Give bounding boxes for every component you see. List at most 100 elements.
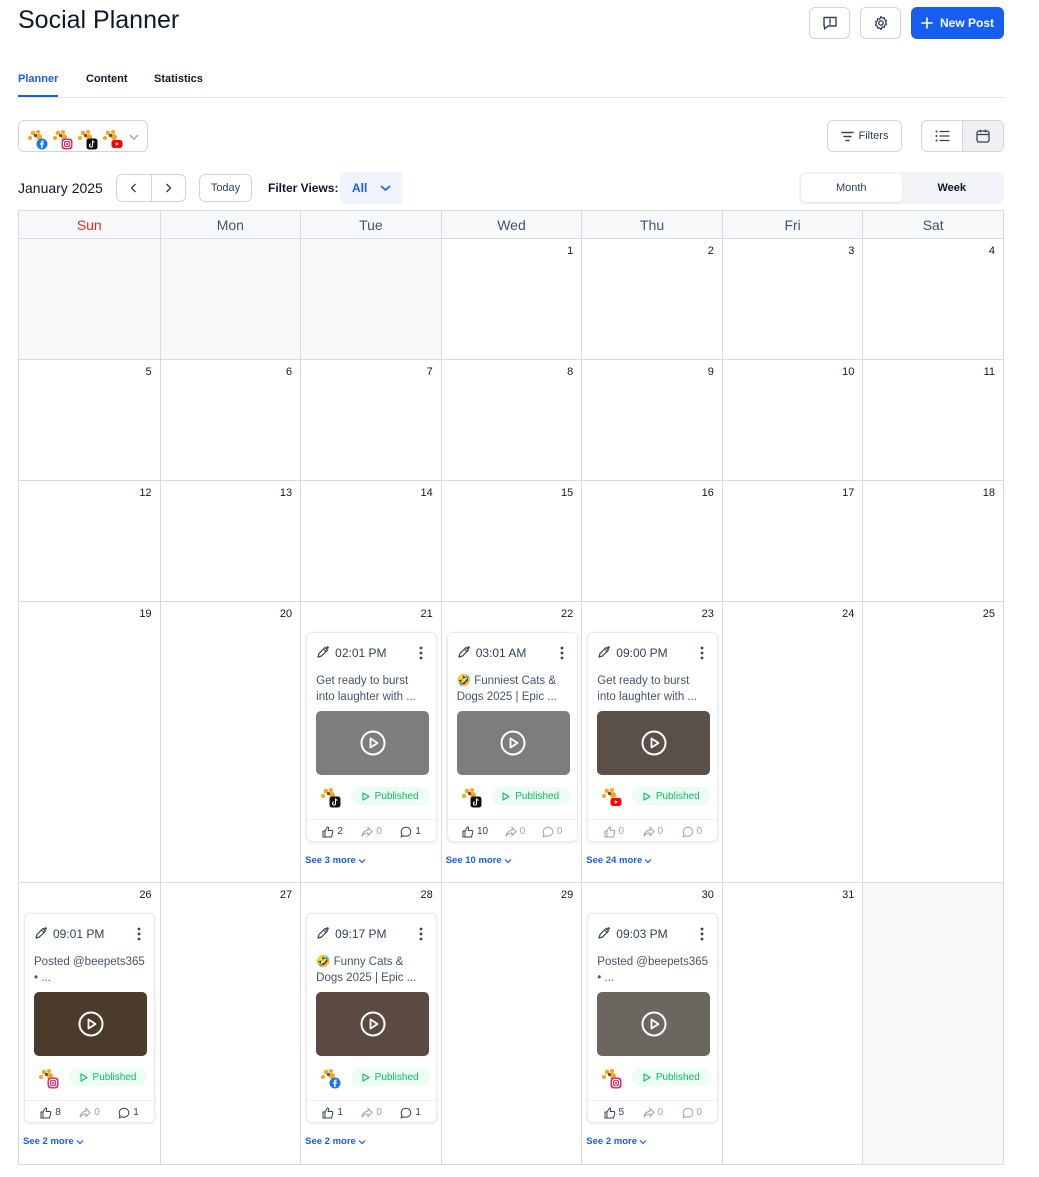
calendar-day-cell[interactable]: 20	[159, 602, 301, 882]
post-thumbnail[interactable]	[316, 992, 430, 1056]
post-card[interactable]: 09:17 PM 🤣 Funny Cats & Dogs 2025 | Epic …	[306, 913, 438, 1123]
account-avatar-tiktok	[75, 127, 98, 150]
see-more-link[interactable]: See 10 more	[446, 855, 512, 866]
calendar-day-cell[interactable]: 4	[862, 239, 1003, 359]
calendar-day-cell[interactable]: 5	[19, 360, 160, 480]
post-account-avatar	[318, 1066, 344, 1090]
post-thumbnail[interactable]	[34, 992, 147, 1056]
post-caption: Get ready to burst into laughter with ..…	[597, 675, 698, 703]
post-card[interactable]: 03:01 AM 🤣 Funniest Cats & Dogs 2025 | Ep…	[446, 632, 578, 842]
see-more-link[interactable]: See 3 more	[305, 855, 366, 866]
chevron-down-icon	[358, 1139, 366, 1144]
calendar-day-cell[interactable]	[159, 239, 301, 359]
tab-statistics[interactable]: Statistics	[154, 73, 203, 95]
likes-count: 1	[337, 1107, 343, 1118]
calendar-day-cell[interactable]: 2	[581, 239, 722, 359]
comments-count: 0	[556, 826, 563, 837]
post-stats: 8 0 1	[25, 1100, 154, 1124]
day-number: 21	[420, 608, 433, 620]
calendar-day-cell[interactable]: 13	[159, 481, 301, 601]
post-card[interactable]: 02:01 PM Get ready to burst into laughter…	[306, 632, 438, 842]
post-card[interactable]: 09:00 PM Get ready to burst into laughter…	[587, 632, 719, 842]
post-thumbnail[interactable]	[316, 711, 430, 775]
shares-count: 0	[657, 826, 664, 837]
post-thumbnail[interactable]	[456, 711, 570, 775]
filter-views-label: Filter Views:	[268, 181, 339, 195]
calendar-day-cell[interactable]: 27	[159, 883, 301, 1164]
post-card[interactable]: 09:03 PM Posted @beepets365 • ... Publishe…	[587, 913, 719, 1123]
calendar-day-cell[interactable]: 30 09:03 PM Posted @beepets365 • ... Publis…	[581, 883, 722, 1164]
more-options-icon[interactable]	[418, 645, 424, 661]
calendar-day-cell[interactable]: 9	[581, 360, 722, 480]
new-post-button[interactable]: New Post	[911, 7, 1004, 39]
calendar-day-cell[interactable]: 3	[721, 239, 863, 359]
month-view-button[interactable]: Month	[801, 174, 902, 202]
calendar-day-cell[interactable]: 12	[19, 481, 160, 601]
calendar-day-cell[interactable]: 31	[721, 883, 863, 1164]
calendar-day-cell[interactable]: 24	[721, 602, 863, 882]
see-more-link[interactable]: See 2 more	[586, 1136, 647, 1147]
likes-stat: 2	[322, 825, 343, 838]
calendar-day-cell[interactable]: 15	[440, 481, 582, 601]
more-options-icon[interactable]	[418, 926, 424, 942]
calendar-day-cell[interactable]: 29	[440, 883, 582, 1164]
status-badge: Published	[351, 1068, 430, 1086]
tab-content[interactable]: Content	[86, 73, 128, 95]
more-options-icon[interactable]	[699, 926, 705, 942]
post-thumbnail[interactable]	[597, 992, 711, 1056]
calendar-day-cell[interactable]: 23 09:00 PM Get ready to burst into laught…	[581, 602, 722, 882]
post-thumbnail[interactable]	[597, 711, 711, 775]
calendar-day-cell[interactable]: 6	[159, 360, 301, 480]
calendar-day-cell[interactable]: 14	[300, 481, 441, 601]
month-nav	[116, 174, 186, 202]
calendar-day-cell[interactable]: 19	[19, 602, 160, 882]
see-more-link[interactable]: See 2 more	[23, 1136, 84, 1147]
play-icon	[641, 730, 667, 756]
day-number: 26	[139, 889, 152, 901]
more-options-icon[interactable]	[559, 645, 565, 661]
calendar-view-button[interactable]	[962, 121, 1003, 151]
see-more-label: See 3 more	[305, 855, 356, 866]
tab-planner[interactable]: Planner	[18, 73, 59, 97]
calendar-day-cell[interactable]: 25	[862, 602, 1003, 882]
chevron-down-icon	[358, 858, 366, 863]
calendar-day-cell[interactable]: 17	[721, 481, 863, 601]
prev-month-button[interactable]	[117, 175, 151, 201]
feedback-button[interactable]	[809, 7, 850, 39]
calendar-day-cell[interactable]: 11	[862, 360, 1003, 480]
gear-icon	[874, 15, 887, 31]
calendar-day-cell[interactable]: 21 02:01 PM Get ready to burst into laught…	[300, 602, 441, 882]
more-options-icon[interactable]	[699, 645, 705, 661]
today-button[interactable]: Today	[199, 174, 252, 202]
calendar-day-cell[interactable]: 7	[300, 360, 441, 480]
calendar-day-cell[interactable]: 18	[862, 481, 1003, 601]
calendar-day-cell[interactable]	[19, 239, 160, 359]
comments-count: 1	[415, 1107, 421, 1118]
calendar-day-cell[interactable]: 26 09:01 PM Posted @beepets365 • ... Publis…	[19, 883, 160, 1164]
week-view-button[interactable]: Week	[902, 174, 1003, 202]
comments-count: 1	[133, 1107, 139, 1118]
day-number: 12	[139, 487, 152, 499]
more-options-icon[interactable]	[136, 926, 142, 942]
see-more-link[interactable]: See 2 more	[305, 1136, 366, 1147]
post-card[interactable]: 09:01 PM Posted @beepets365 • ... Publishe…	[24, 913, 155, 1123]
calendar-day-cell[interactable]: 28 09:17 PM 🤣 Funny Cats & Dogs 2025 | Epi…	[300, 883, 441, 1164]
settings-button[interactable]	[860, 7, 901, 39]
calendar-day-cell[interactable]: 1	[440, 239, 582, 359]
account-selector[interactable]	[18, 120, 148, 152]
filters-button[interactable]: Filters	[827, 120, 902, 152]
calendar-day-cell[interactable]	[862, 883, 1003, 1164]
list-view-button[interactable]	[922, 121, 962, 151]
play-icon	[641, 1011, 667, 1037]
calendar-day-cell[interactable]: 22 03:01 AM 🤣 Funniest Cats & Dogs 2025 | …	[440, 602, 582, 882]
next-month-button[interactable]	[150, 175, 186, 201]
calendar-day-cell[interactable]: 8	[440, 360, 582, 480]
see-more-link[interactable]: See 24 more	[586, 855, 652, 866]
calendar-day-cell[interactable]: 10	[721, 360, 863, 480]
plus-icon	[921, 17, 933, 29]
comments-stat: 1	[400, 1107, 421, 1119]
calendar-day-cell[interactable]	[300, 239, 441, 359]
instagram-account-icon	[602, 1069, 622, 1089]
calendar-day-cell[interactable]: 16	[581, 481, 722, 601]
filter-views-select[interactable]: All	[340, 172, 403, 204]
